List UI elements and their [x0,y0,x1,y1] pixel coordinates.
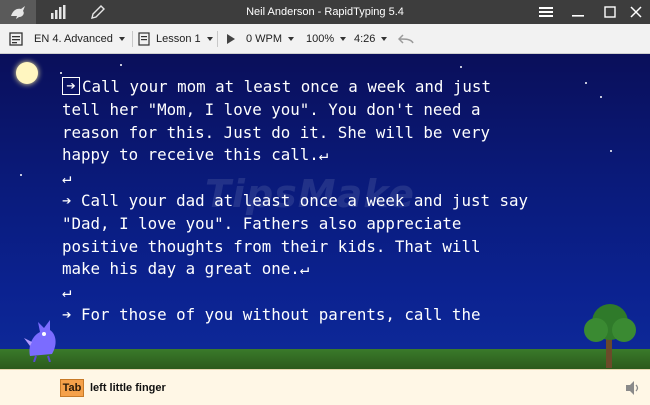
star [460,66,462,68]
star [60,72,62,74]
key-badge: Tab [60,379,84,397]
status-bar: Tab left little finger [0,369,650,405]
cursor-arrow-icon: ➔ [62,77,80,95]
close-icon[interactable] [620,0,650,24]
wpm-value: 0 WPM [246,33,283,45]
time-value: 4:26 [354,33,376,45]
moon-icon [16,62,38,84]
text-line: tell her "Mom, I love you". You don't ne… [62,99,481,119]
tree-icon [584,304,636,368]
ground [0,349,650,369]
text-line: ↵ [62,282,72,302]
speaker-icon[interactable] [624,379,640,397]
menu-icon[interactable] [530,0,562,24]
text-line: ➔ For those of you without parents, call… [62,304,481,324]
minimize-icon[interactable] [562,0,594,24]
lesson-selector[interactable]: Lesson 1 [156,24,213,54]
lesson-text: ➔ Call your mom at least once a week and … [62,76,622,327]
chevron-down-icon [118,37,125,41]
title-bar: Neil Anderson - RapidTyping 5.4 [0,0,650,24]
lesson-list-icon[interactable] [138,24,150,54]
text-line: happy to receive this call.↵ [62,145,329,165]
finger-hint: left little finger [90,382,166,394]
chevron-down-icon [340,37,347,41]
chevron-down-icon [206,37,213,41]
text-line: ➔ Call your dad at least once a week and… [62,190,529,210]
divider [132,31,133,47]
text-line: positive thoughts from their kids. That … [62,236,481,256]
text-line: ↵ [62,168,72,188]
zoom-selector[interactable]: 100% [306,24,347,54]
zoom-value: 100% [306,33,335,45]
course-selector[interactable]: EN 4. Advanced [34,24,125,54]
toolbar: EN 4. Advanced Lesson 1 0 WPM 100% 4:26 [0,24,650,54]
text-line: make his day a great one.↵ [62,259,310,279]
text-line: ➔ Call your mom at least once a week and … [62,76,622,99]
time-selector[interactable]: 4:26 [354,24,388,54]
wpm-selector[interactable]: 0 WPM [246,24,295,54]
undo-icon[interactable] [398,24,414,54]
star [120,64,122,66]
text-line: "Dad, I love you". Fathers also apprecia… [62,213,462,233]
chevron-down-icon [288,37,295,41]
course-book-icon[interactable] [8,24,24,54]
typing-area[interactable]: TipsMake ➔ Call your mom at least once a … [0,54,650,369]
play-icon[interactable] [226,24,236,54]
course-label: EN 4. Advanced [34,33,113,45]
lesson-label: Lesson 1 [156,33,201,45]
text-line: reason for this. Just do it. She will be… [62,122,490,142]
chevron-down-icon [381,37,388,41]
dragon-mascot-icon [24,320,56,362]
divider [217,31,218,47]
star [20,174,22,176]
